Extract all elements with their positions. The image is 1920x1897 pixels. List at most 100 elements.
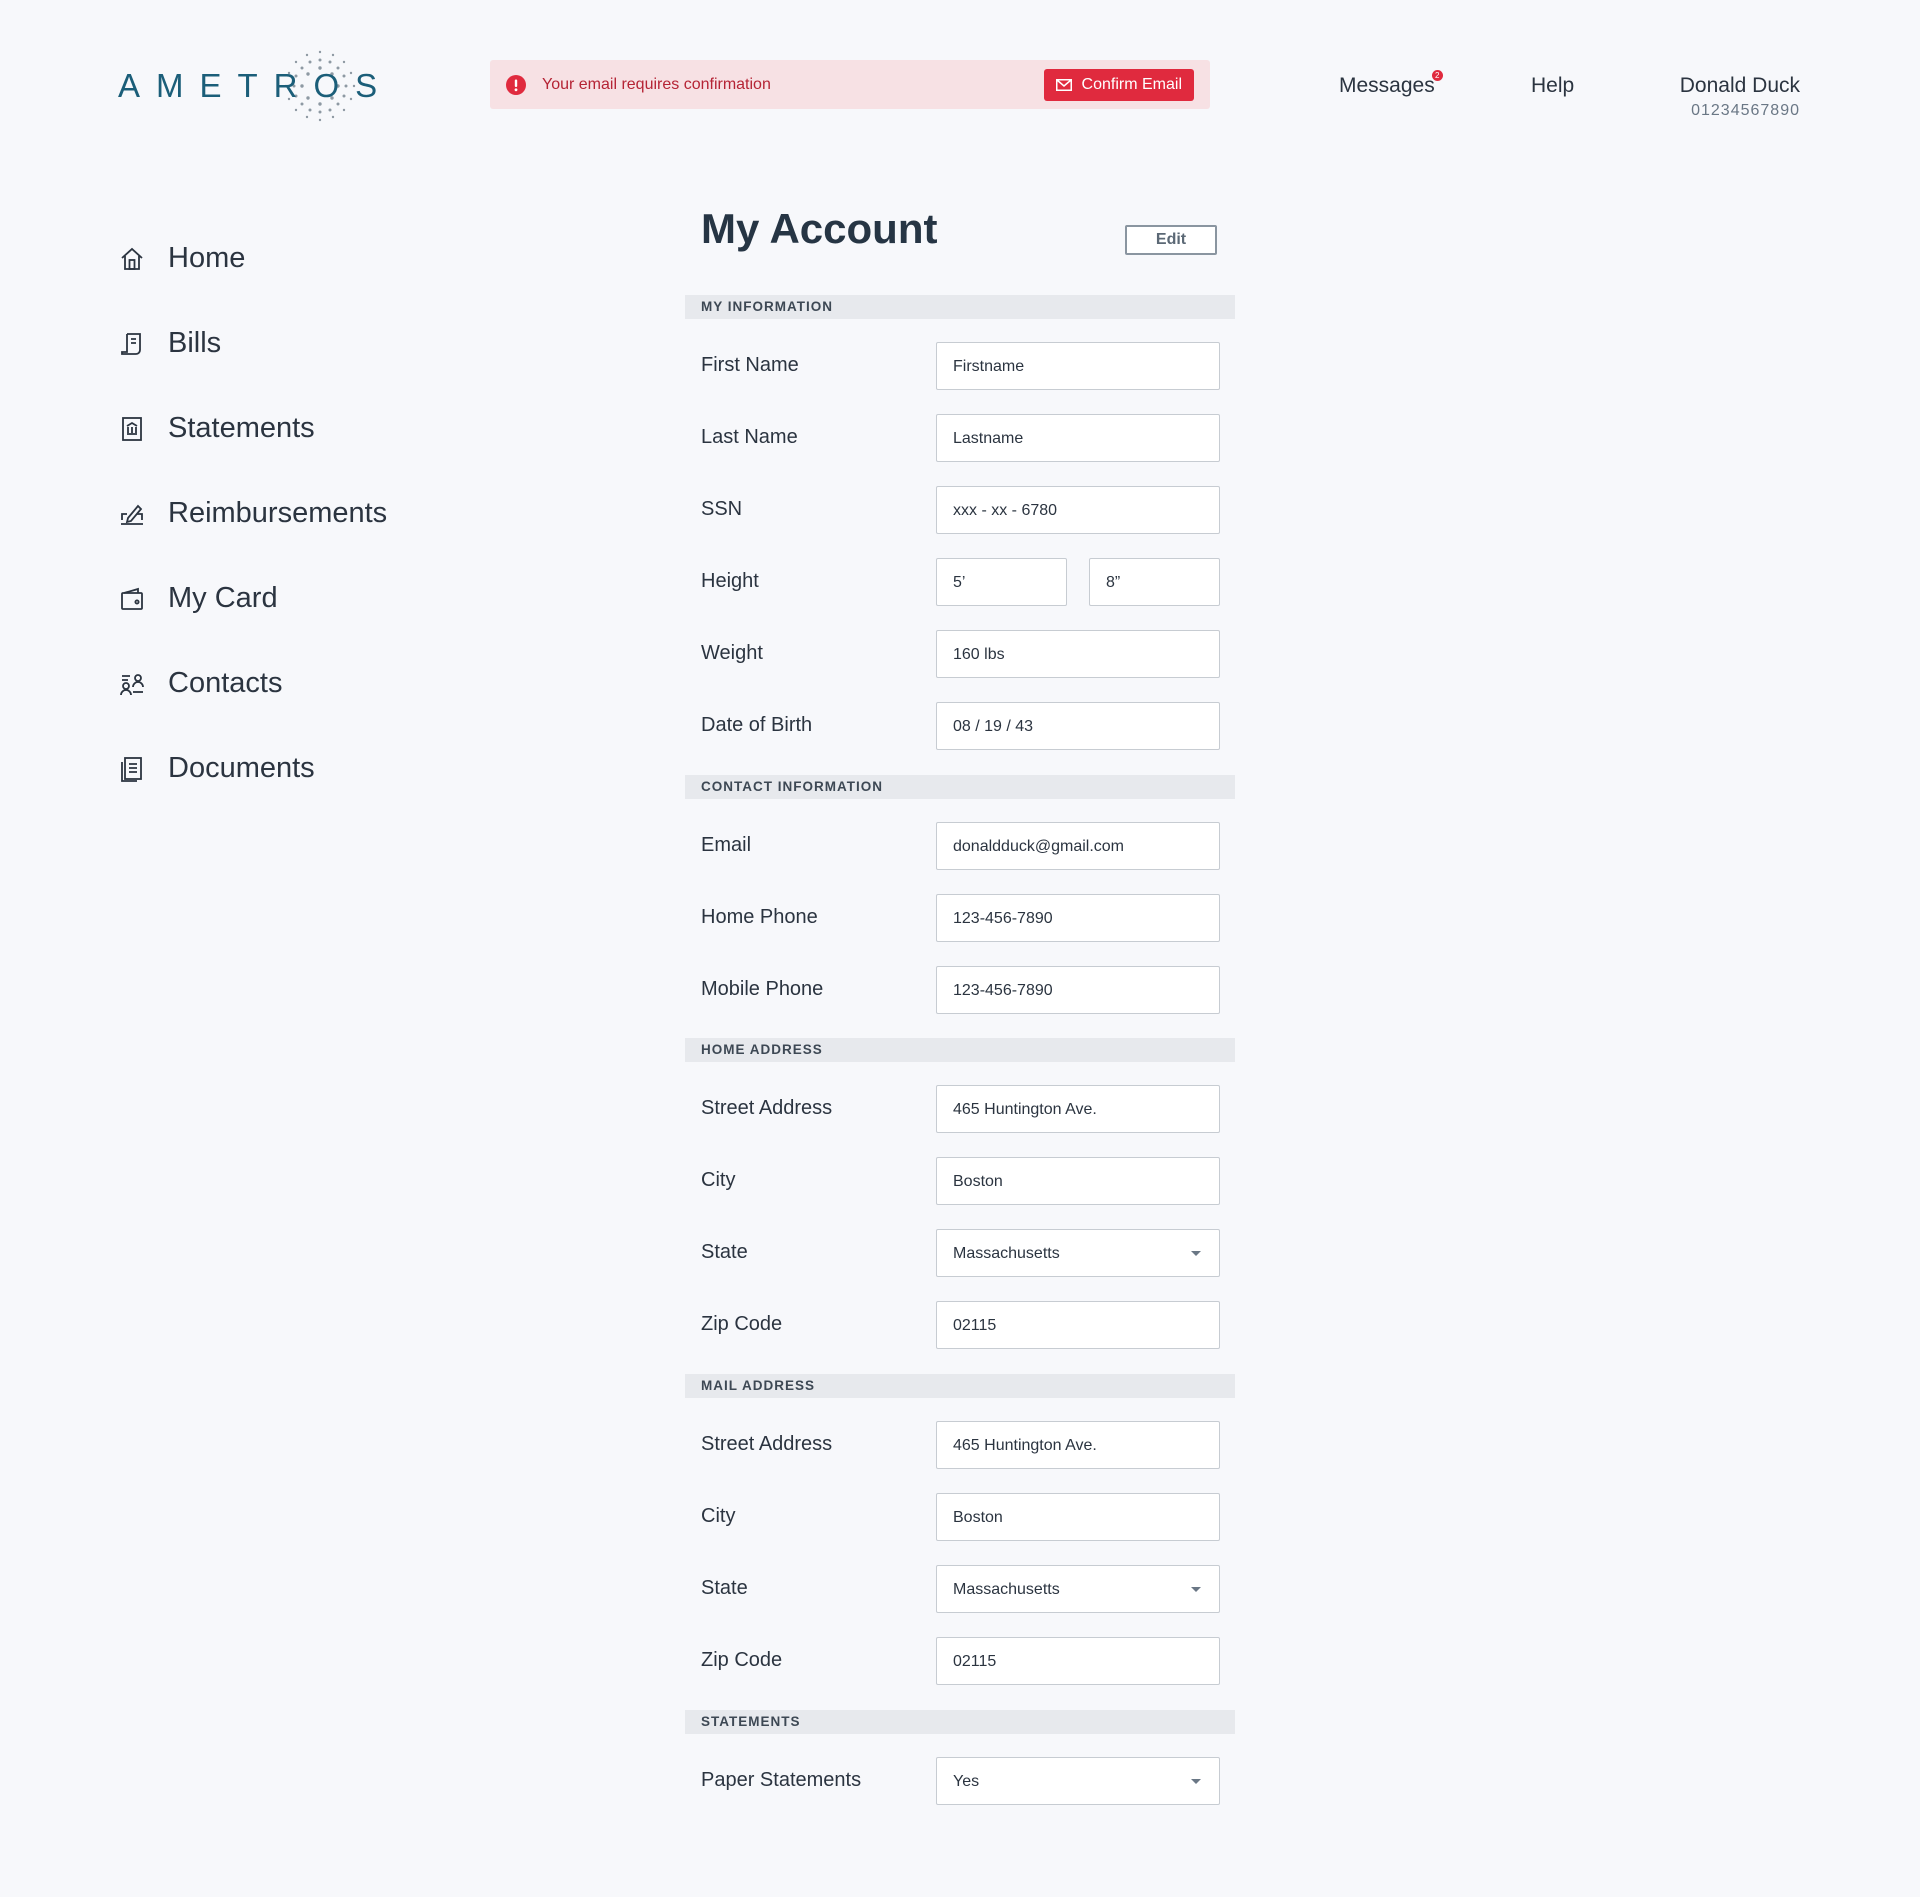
ssn-field[interactable]: xxx - xx - 6780 [936, 486, 1220, 534]
wallet-icon [121, 587, 143, 610]
section-my-information: MY INFORMATION [685, 295, 1235, 319]
nav-help[interactable]: Help [1531, 74, 1574, 98]
sidebar-item-documents[interactable]: Documents [118, 726, 387, 811]
home-city-row: City Boston [685, 1157, 1235, 1205]
home-state-row: State Massachusetts [685, 1229, 1235, 1277]
sidebar-item-home[interactable]: Home [118, 216, 387, 301]
section-mail-address: MAIL ADDRESS [685, 1374, 1235, 1398]
mobile-phone-row: Mobile Phone 123-456-7890 [685, 966, 1235, 1014]
mobile-phone-label: Mobile Phone [701, 978, 824, 1000]
chevron-down-icon [1191, 1779, 1201, 1784]
reimbursement-icon [121, 504, 143, 525]
mail-zip-row: Zip Code 02115 [685, 1637, 1235, 1685]
chevron-down-icon [1191, 1587, 1201, 1592]
email-row: Email donaldduck@gmail.com [685, 822, 1235, 870]
sidebar-item-label: Reimbursements [168, 497, 388, 529]
email-label: Email [701, 834, 752, 856]
paper-statements-value: Yes [953, 1773, 980, 1790]
documents-icon [121, 756, 142, 782]
home-phone-row: Home Phone 123-456-7890 [685, 894, 1235, 942]
dob-field[interactable]: 08 / 19 / 43 [936, 702, 1220, 750]
sidebar-item-label: My Card [168, 582, 278, 614]
mail-city-row: City Boston [685, 1493, 1235, 1541]
mail-state-row: State Massachusetts [685, 1565, 1235, 1613]
home-city-label: City [701, 1169, 736, 1191]
logo-text: AMETROS [118, 67, 394, 104]
mail-street-row: Street Address 465 Huntington Ave. [685, 1421, 1235, 1469]
mail-street-field[interactable]: 465 Huntington Ave. [936, 1421, 1220, 1469]
home-phone-label: Home Phone [701, 906, 818, 928]
height-inches-field[interactable]: 8” [1089, 558, 1220, 606]
email-field[interactable]: donaldduck@gmail.com [936, 822, 1220, 870]
mail-state-label: State [701, 1577, 748, 1599]
ssn-row: SSN xxx - xx - 6780 [685, 486, 1235, 534]
nav-help-label: Help [1531, 74, 1575, 97]
dob-row: Date of Birth 08 / 19 / 43 [685, 702, 1235, 750]
chevron-down-icon [1191, 1251, 1201, 1256]
user-menu[interactable]: Donald Duck 01234567890 [1680, 74, 1800, 120]
mail-zip-field[interactable]: 02115 [936, 1637, 1220, 1685]
dob-label: Date of Birth [701, 714, 813, 736]
sidebar-item-reimbursements[interactable]: Reimbursements [118, 471, 387, 556]
sidebar-item-label: Home [168, 242, 246, 274]
sidebar-item-label: Contacts [168, 667, 283, 699]
sidebar-item-label: Documents [168, 752, 315, 784]
home-zip-row: Zip Code 02115 [685, 1301, 1235, 1349]
bill-icon [121, 332, 141, 355]
weight-label: Weight [701, 642, 763, 664]
home-state-label: State [701, 1241, 748, 1263]
home-city-field[interactable]: Boston [936, 1157, 1220, 1205]
envelope-icon [1055, 78, 1072, 91]
first-name-label: First Name [701, 354, 799, 376]
page-title: My Account [701, 205, 938, 252]
home-phone-field[interactable]: 123-456-7890 [936, 894, 1220, 942]
sidebar-item-label: Bills [168, 327, 222, 359]
home-street-row: Street Address 465 Huntington Ave. [685, 1085, 1235, 1133]
sidebar-item-statements[interactable]: Statements [118, 386, 387, 471]
mail-state-value: Massachusetts [953, 1581, 1060, 1598]
weight-field[interactable]: 160 lbs [936, 630, 1220, 678]
home-zip-field[interactable]: 02115 [936, 1301, 1220, 1349]
section-home-address: HOME ADDRESS [685, 1038, 1235, 1062]
mail-state-select[interactable]: Massachusetts [936, 1565, 1220, 1613]
paper-statements-label: Paper Statements [701, 1769, 862, 1791]
home-zip-label: Zip Code [701, 1313, 783, 1335]
nav-messages-label: Messages [1339, 74, 1435, 97]
section-contact-information: CONTACT INFORMATION [685, 775, 1235, 799]
ametros-logo[interactable]: AMETROS [118, 46, 377, 126]
weight-row: Weight 160 lbs [685, 630, 1235, 678]
last-name-row: Last Name Lastname [685, 414, 1235, 462]
home-icon [121, 247, 143, 270]
paper-statements-select[interactable]: Yes [936, 1757, 1220, 1805]
mail-city-label: City [701, 1505, 736, 1527]
height-feet-field[interactable]: 5’ [936, 558, 1067, 606]
ssn-label: SSN [701, 498, 743, 520]
mobile-phone-field[interactable]: 123-456-7890 [936, 966, 1220, 1014]
sidebar-item-bills[interactable]: Bills [118, 301, 387, 386]
confirm-email-label: Confirm Email [1081, 75, 1182, 93]
mail-city-field[interactable]: Boston [936, 1493, 1220, 1541]
height-label: Height [701, 570, 759, 592]
nav-messages[interactable]: Messages 2 [1339, 70, 1443, 98]
edit-button[interactable]: Edit [1125, 225, 1217, 255]
sidebar-item-label: Statements [168, 412, 315, 444]
email-confirmation-alert: Your email requires confirmation Confirm… [490, 60, 1210, 109]
user-id: 01234567890 [1691, 102, 1800, 119]
user-name: Donald Duck [1679, 74, 1800, 97]
sidebar-item-my-card[interactable]: My Card [118, 556, 387, 641]
home-street-field[interactable]: 465 Huntington Ave. [936, 1085, 1220, 1133]
home-state-select[interactable]: Massachusetts [936, 1229, 1220, 1277]
messages-badge: 2 [1431, 70, 1443, 81]
sidebar: Home Bills Statements Reimbursements My … [118, 216, 387, 811]
confirm-email-button[interactable]: Confirm Email [1043, 68, 1194, 101]
alert-message: Your email requires confirmation [542, 75, 771, 93]
sidebar-item-contacts[interactable]: Contacts [118, 641, 387, 726]
first-name-row: First Name Firstname [685, 342, 1235, 390]
first-name-field[interactable]: Firstname [936, 342, 1220, 390]
last-name-field[interactable]: Lastname [936, 414, 1220, 462]
mail-zip-label: Zip Code [701, 1649, 783, 1671]
contacts-icon [120, 673, 144, 695]
mail-street-label: Street Address [701, 1433, 833, 1455]
home-state-value: Massachusetts [953, 1245, 1060, 1262]
statement-icon [122, 416, 142, 441]
